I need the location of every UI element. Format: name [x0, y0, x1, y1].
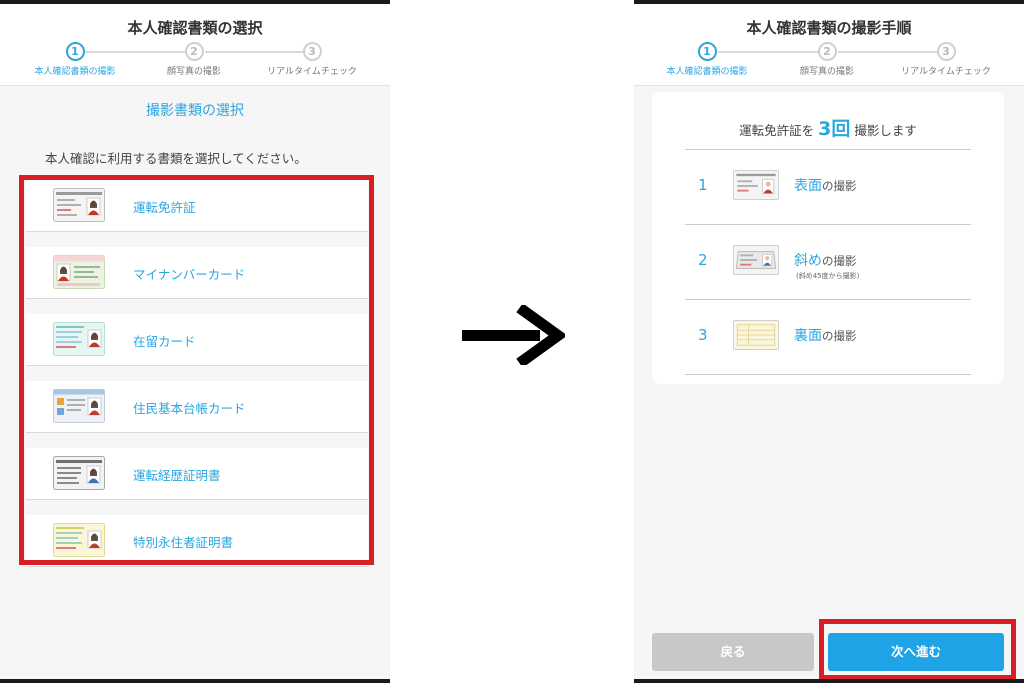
capture-steps-card: 運転免許証を 3回 撮影します 1 表面の撮影 2 斜めの撮影 (斜め45度から…	[652, 92, 1004, 384]
step-3: 3 リアルタイムチェック	[257, 42, 367, 77]
progress-stepper: 1 本人確認書類の撮影 2 顔写真の撮影 3 リアルタイムチェック	[0, 42, 390, 82]
back-button[interactable]: 戻る	[652, 633, 814, 671]
license-angled-icon	[733, 245, 779, 275]
step-label: 顔写真の撮影	[166, 67, 221, 77]
step-highlight: 斜め	[794, 253, 822, 269]
progress-stepper: 1 本人確認書類の撮影 2 顔写真の撮影 3 リアルタイムチェック	[634, 42, 1024, 82]
step-2: 2 顔写真の撮影	[139, 42, 249, 77]
comparison-canvas: 本人確認書類の選択 1 本人確認書類の撮影 2 顔写真の撮影 3 リアルタイムチ…	[0, 0, 1024, 683]
capture-step-3: 3 裏面の撮影	[685, 300, 971, 374]
next-button-highlight-frame	[819, 619, 1016, 680]
capture-step-2: 2 斜めの撮影 (斜め45度から撮影)	[685, 225, 971, 299]
step-number: 2	[184, 42, 204, 61]
step-number: 2	[817, 42, 837, 61]
step-label: 斜めの撮影	[794, 250, 857, 270]
step-label: 本人確認書類の撮影	[34, 67, 116, 77]
step-3: 3 リアルタイムチェック	[891, 42, 1001, 77]
license-front-icon	[733, 170, 779, 200]
instruction-text: 本人確認に利用する書類を選択してください。	[45, 151, 307, 166]
step-suffix: の撮影	[822, 179, 857, 193]
step-number: 3	[936, 42, 956, 61]
screen-bottom-edge	[0, 679, 390, 683]
capture-count: 3回	[818, 118, 851, 140]
step-number: 3	[302, 42, 322, 61]
step-label: リアルタイムチェック	[267, 67, 357, 77]
summary-prefix: 運転免許証を	[739, 123, 815, 138]
document-selection-screen: 本人確認書類の選択 1 本人確認書類の撮影 2 顔写真の撮影 3 リアルタイムチ…	[0, 0, 390, 683]
step-number: 1	[697, 42, 717, 61]
step-number: 1	[65, 42, 85, 61]
screen-bottom-edge	[634, 679, 1024, 683]
step-label: 本人確認書類の撮影	[666, 67, 748, 77]
license-back-icon	[733, 320, 779, 350]
step-2: 2 顔写真の撮影	[772, 42, 882, 77]
section-title: 撮影書類の選択	[146, 103, 244, 119]
header: 本人確認書類の撮影手順 1 本人確認書類の撮影 2 顔写真の撮影 3 リアルタイ…	[634, 4, 1024, 86]
step-label: 顔写真の撮影	[799, 67, 854, 77]
page-title: 本人確認書類の選択	[127, 19, 263, 37]
step-highlight: 裏面	[794, 328, 822, 344]
divider	[685, 374, 971, 375]
header: 本人確認書類の選択 1 本人確認書類の撮影 2 顔写真の撮影 3 リアルタイムチ…	[0, 4, 390, 86]
step-highlight: 表面	[794, 178, 822, 194]
step-1: 1 本人確認書類の撮影	[652, 42, 762, 77]
capture-procedure-screen: 本人確認書類の撮影手順 1 本人確認書類の撮影 2 顔写真の撮影 3 リアルタイ…	[634, 0, 1024, 683]
step-number: 3	[698, 326, 708, 344]
step-suffix: の撮影	[822, 254, 857, 268]
right-arrow-icon	[462, 305, 565, 365]
summary-suffix: 撮影します	[854, 123, 917, 138]
step-suffix: の撮影	[822, 329, 857, 343]
document-list-highlight-frame	[19, 175, 374, 565]
step-label: リアルタイムチェック	[901, 67, 991, 77]
page-title: 本人確認書類の撮影手順	[746, 19, 912, 37]
step-number: 2	[698, 251, 708, 269]
step-note: (斜め45度から撮影)	[796, 272, 860, 280]
step-label: 裏面の撮影	[794, 325, 857, 345]
capture-summary: 運転免許証を 3回 撮影します	[652, 114, 1004, 141]
step-label: 表面の撮影	[794, 175, 857, 195]
step-1: 1 本人確認書類の撮影	[20, 42, 130, 77]
step-number: 1	[698, 176, 708, 194]
capture-step-1: 1 表面の撮影	[685, 150, 971, 224]
